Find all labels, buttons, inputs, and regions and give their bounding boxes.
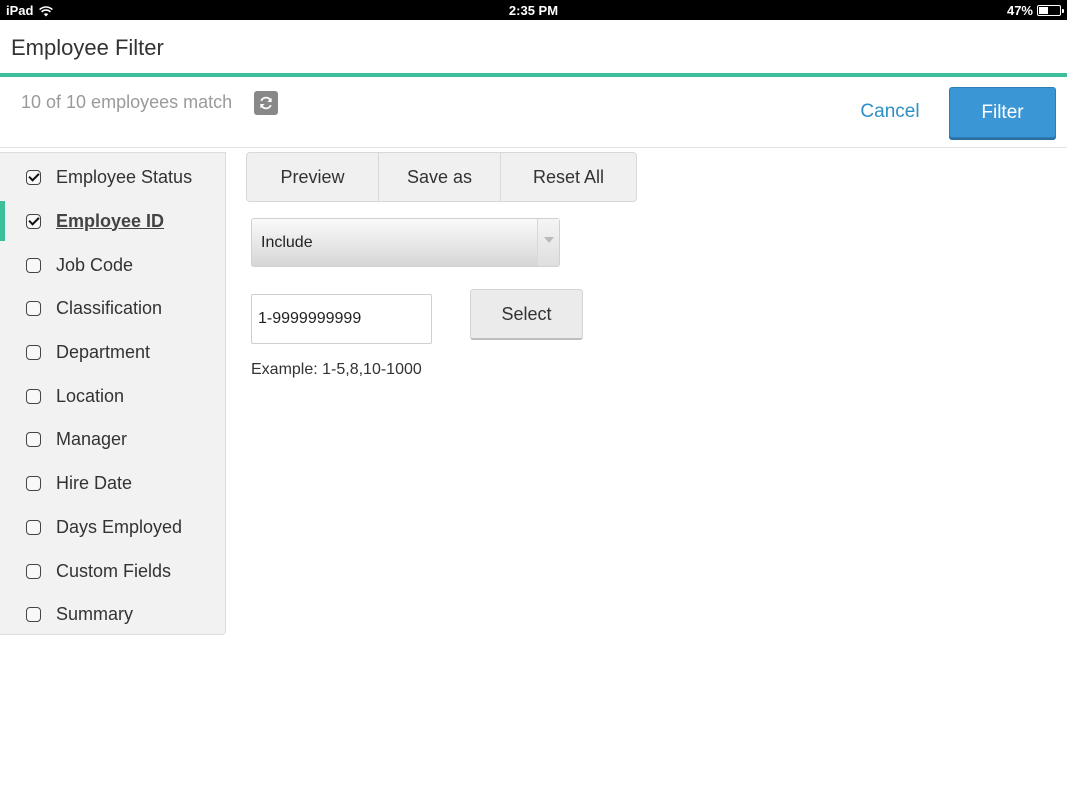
filter-button[interactable]: Filter [949,87,1056,138]
cancel-button[interactable]: Cancel [852,95,928,129]
sidebar-item-job-code[interactable]: Job Code [0,243,224,287]
checkbox[interactable] [26,563,41,579]
sidebar-item-department[interactable]: Department [0,330,224,374]
sidebar-item-classification[interactable]: Classification [0,286,224,330]
checkbox[interactable] [26,475,41,491]
sidebar-item-label: Days Employed [56,516,183,537]
preview-button[interactable]: Preview [247,153,378,201]
filter-toolbar: Preview Save as Reset All [246,152,637,202]
checkbox[interactable] [26,606,41,622]
sidebar-item-custom-fields[interactable]: Custom Fields [0,549,224,593]
sidebar-item-label: Hire Date [56,472,133,493]
sidebar-item-hire-date[interactable]: Hire Date [0,461,224,505]
title-bar: Employee Filter [0,20,1067,77]
sidebar-item-location[interactable]: Location [0,374,224,418]
sidebar-item-employee-status[interactable]: Employee Status [0,155,224,199]
checkbox[interactable] [26,169,41,185]
filter-category-sidebar: Employee Status Employee ID Job Code Cla… [0,152,226,635]
checkbox[interactable] [26,300,41,316]
checkbox[interactable] [26,344,41,360]
refresh-icon[interactable] [254,91,278,115]
checkbox[interactable] [26,519,41,535]
save-as-button[interactable]: Save as [378,153,500,201]
sidebar-item-label: Department [56,341,151,362]
sidebar-item-employee-id[interactable]: Employee ID [0,199,224,243]
battery-percent: 47% [1006,3,1033,18]
battery-icon [1037,5,1064,16]
include-exclude-select[interactable]: Include [251,218,560,267]
sidebar-item-label: Employee ID [56,210,165,231]
sidebar-item-label: Summary [56,603,134,624]
sidebar-item-label: Custom Fields [56,560,172,581]
checkbox[interactable] [26,257,41,273]
employee-id-range-input[interactable] [251,294,432,344]
status-time: 2:35 PM [508,3,559,18]
reset-all-button[interactable]: Reset All [500,153,636,201]
sidebar-item-days-employed[interactable]: Days Employed [0,505,224,549]
sidebar-item-label: Manager [56,428,128,449]
sidebar-item-summary[interactable]: Summary [0,592,224,636]
checkbox[interactable] [26,213,41,229]
match-count-text: 10 of 10 employees match [21,92,233,112]
sidebar-item-label: Job Code [56,254,134,275]
status-bar: iPad 2:35 PM 47% [0,0,1067,20]
battery-level-fill [1039,7,1048,14]
page-title: Employee Filter [11,35,164,60]
sidebar-item-label: Employee Status [56,166,193,187]
sidebar-item-label: Classification [56,297,163,318]
match-row: 10 of 10 employees match Cancel Filter [0,81,1067,148]
status-bar-right: 47% [1006,3,1064,18]
select-button[interactable]: Select [470,289,583,340]
sidebar-item-manager[interactable]: Manager [0,417,224,461]
sidebar-item-label: Location [56,385,125,406]
checkbox[interactable] [26,388,41,404]
include-exclude-value: Include [261,234,313,251]
checkbox[interactable] [26,431,41,447]
range-example-hint: Example: 1-5,8,10-1000 [251,361,422,378]
chevron-down-icon [537,219,559,266]
